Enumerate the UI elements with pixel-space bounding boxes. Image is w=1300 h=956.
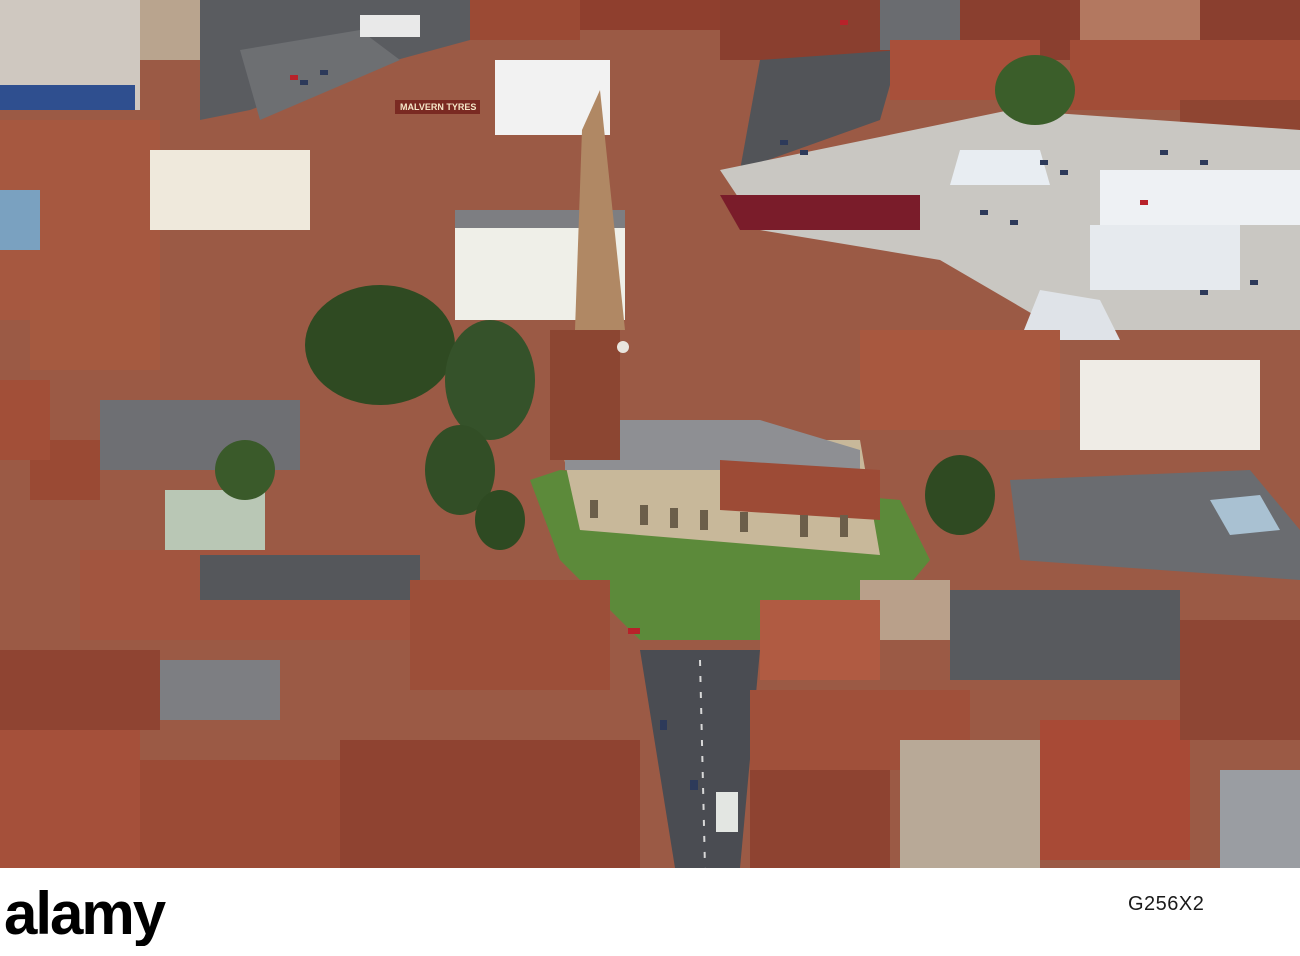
lorry — [716, 792, 738, 832]
stock-footer: alamy — [0, 868, 1300, 956]
shop-sign-text: MALVERN TYRES — [400, 102, 476, 112]
aerial-photo: MALVERN TYRES — [0, 0, 1300, 868]
stock-logo: alamy — [0, 880, 390, 947]
image-id: G256X2 — [1128, 893, 1205, 915]
svg-text:alamy: alamy — [4, 886, 167, 946]
